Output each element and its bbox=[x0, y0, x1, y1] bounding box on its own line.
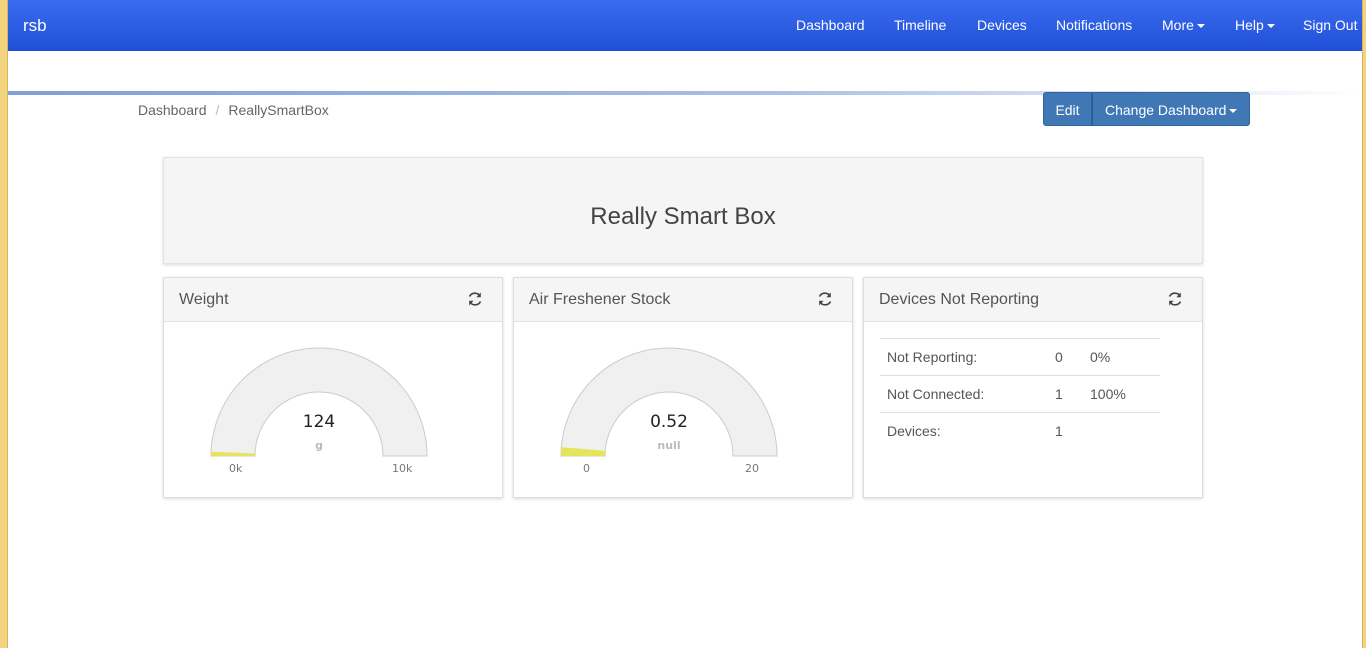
gauge-unit: null bbox=[657, 439, 681, 452]
row-label: Not Connected: bbox=[880, 375, 1048, 413]
refresh-icon[interactable] bbox=[466, 290, 484, 308]
widget-title: Weight bbox=[179, 291, 229, 308]
dashboard-actions: Edit Change Dashboard bbox=[1043, 92, 1251, 126]
table-row: Not Reporting: 0 0% bbox=[880, 338, 1160, 376]
nav-timeline[interactable]: Timeline bbox=[894, 17, 946, 33]
nav-notifications[interactable]: Notifications bbox=[1056, 17, 1132, 33]
row-percent: 100% bbox=[1083, 375, 1160, 413]
window-frame-right bbox=[1362, 0, 1366, 648]
brand-link[interactable]: rsb bbox=[23, 16, 47, 36]
breadcrumb-current: ReallySmartBox bbox=[228, 102, 329, 118]
top-navbar: rsb Dashboard Timeline Devices Notificat… bbox=[8, 0, 1362, 51]
row-percent bbox=[1083, 412, 1160, 450]
refresh-icon[interactable] bbox=[816, 290, 834, 308]
dashboard-title-panel: Really Smart Box bbox=[163, 157, 1203, 264]
nav-dashboard[interactable]: Dashboard bbox=[796, 17, 865, 33]
nav-devices[interactable]: Devices bbox=[977, 17, 1027, 33]
row-count: 1 bbox=[1048, 375, 1083, 413]
gauge-max-label: 20 bbox=[745, 462, 759, 475]
row-count: 0 bbox=[1048, 338, 1083, 376]
caret-down-icon bbox=[1229, 109, 1238, 114]
caret-down-icon bbox=[1266, 24, 1275, 29]
nav-more-dropdown[interactable]: More bbox=[1162, 17, 1205, 33]
devices-status-table: Not Reporting: 0 0% Not Connected: 1 100… bbox=[880, 338, 1160, 450]
weight-widget: Weight 124 g 0k 10k bbox=[163, 277, 503, 498]
nav-sign-out[interactable]: Sign Out bbox=[1303, 17, 1357, 33]
row-percent: 0% bbox=[1083, 338, 1160, 376]
row-count: 1 bbox=[1048, 412, 1083, 450]
change-dashboard-label: Change Dashboard bbox=[1105, 102, 1227, 118]
nav-help-label: Help bbox=[1235, 17, 1264, 33]
caret-down-icon bbox=[1196, 24, 1205, 29]
table-row: Not Connected: 1 100% bbox=[880, 375, 1160, 413]
gauge-value: 0.52 bbox=[650, 412, 688, 432]
dashboard-title: Really Smart Box bbox=[590, 203, 776, 230]
change-dashboard-button[interactable]: Change Dashboard bbox=[1092, 92, 1251, 126]
air-freshener-gauge: 0.52 null 0 20 bbox=[559, 344, 779, 475]
devices-not-reporting-widget: Devices Not Reporting Not Reporting: 0 0… bbox=[863, 277, 1203, 498]
widget-header: Devices Not Reporting bbox=[864, 278, 1202, 322]
row-label: Not Reporting: bbox=[880, 338, 1048, 376]
widget-title: Air Freshener Stock bbox=[529, 291, 671, 308]
widget-header: Weight bbox=[164, 278, 502, 322]
window-frame-left bbox=[0, 0, 8, 648]
widget-header: Air Freshener Stock bbox=[514, 278, 852, 322]
breadcrumb: Dashboard / ReallySmartBox bbox=[138, 102, 329, 118]
gauge-unit: g bbox=[315, 439, 323, 452]
gauge-min-label: 0 bbox=[583, 462, 590, 475]
breadcrumb-root-link[interactable]: Dashboard bbox=[138, 102, 207, 118]
gauge-value: 124 bbox=[302, 412, 336, 432]
air-freshener-widget: Air Freshener Stock 0.52 null 0 20 bbox=[513, 277, 853, 498]
nav-more-label: More bbox=[1162, 17, 1194, 33]
row-label: Devices: bbox=[880, 412, 1048, 450]
table-row: Devices: 1 bbox=[880, 412, 1160, 450]
gauge-max-label: 10k bbox=[392, 462, 413, 475]
breadcrumb-separator: / bbox=[215, 102, 220, 118]
nav-help-dropdown[interactable]: Help bbox=[1235, 17, 1275, 33]
widget-title: Devices Not Reporting bbox=[879, 291, 1040, 308]
gauge-min-label: 0k bbox=[229, 462, 243, 475]
refresh-icon[interactable] bbox=[1166, 290, 1184, 308]
edit-button[interactable]: Edit bbox=[1043, 92, 1092, 126]
weight-gauge: 124 g 0k 10k bbox=[209, 344, 429, 475]
